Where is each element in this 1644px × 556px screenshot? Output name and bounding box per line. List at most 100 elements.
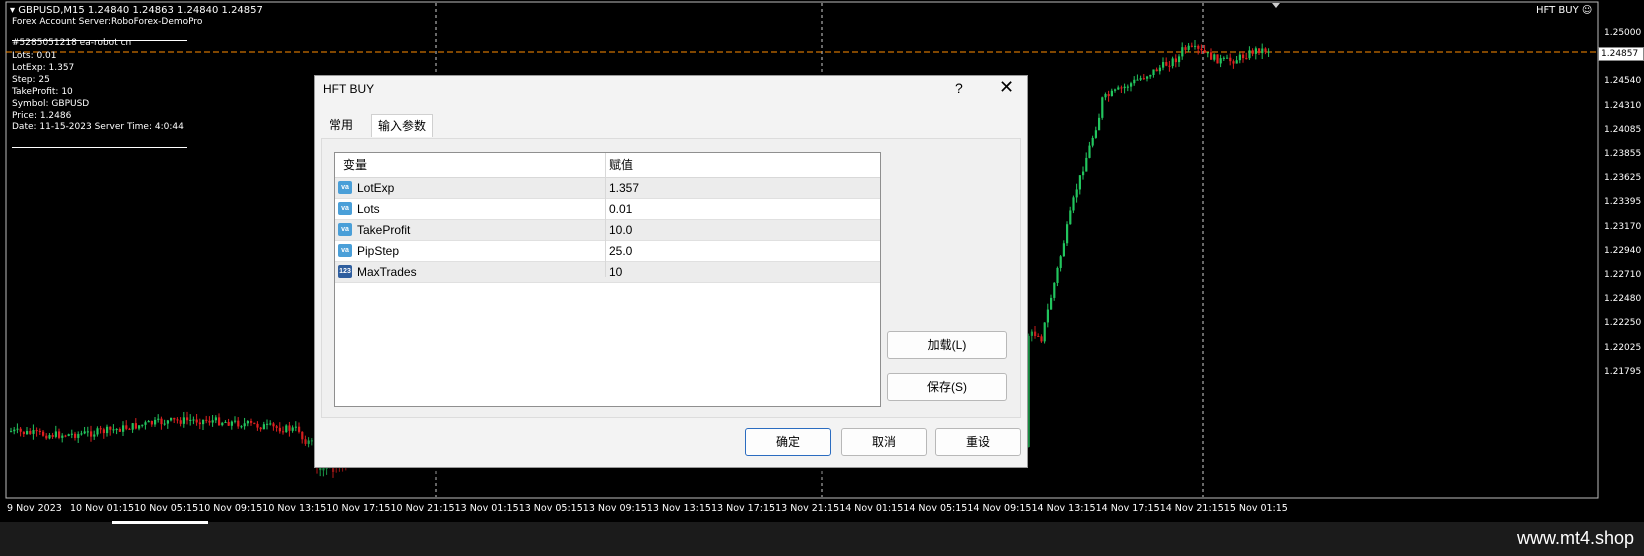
candle-body [86,431,89,433]
parameter-row[interactable]: va TakeProfit 10.0 [335,220,880,241]
ea-name-label: HFT BUY ☺ [1536,5,1593,16]
candle-body [1251,50,1254,54]
reset-button[interactable]: 重设 [935,428,1021,456]
candle-body [147,421,150,423]
candle-body [1203,50,1206,53]
candle-body [90,431,93,437]
candle-body [1222,57,1225,59]
time-tick-label: 10 Nov 13:15 [262,503,327,514]
candle-body [1232,61,1235,64]
parameter-row[interactable]: va Lots 0.01 [335,199,880,220]
candle-body [42,431,45,436]
parameter-value[interactable]: 0.01 [609,199,632,219]
candle-body [291,427,294,431]
price-tick-label: 1.24540 [1604,76,1642,87]
column-header-value[interactable]: 赋值 [609,153,633,177]
candle-body [301,431,304,440]
candle-body [288,425,291,431]
time-tick-label: 13 Nov 05:15 [518,503,583,514]
candle-body [1264,48,1267,53]
candle-body [298,426,301,432]
candle-body [1088,145,1091,158]
candle-body [10,431,13,433]
candle-body [182,417,185,424]
parameter-row[interactable]: 123 MaxTrades 10 [335,262,880,283]
candle-body [269,423,272,425]
load-button[interactable]: 加载(L) [887,331,1007,359]
candle-body [1190,45,1193,47]
candle-body [1229,57,1232,62]
ok-button[interactable]: 确定 [745,428,831,456]
tab-common[interactable]: 常用 [323,114,359,136]
parameter-row[interactable]: va PipStep 25.0 [335,241,880,262]
help-icon[interactable]: ? [955,80,963,96]
candle-body [1267,51,1270,53]
parameter-name: MaxTrades [357,265,417,279]
time-tick-label: 13 Nov 01:15 [454,503,519,514]
candle-body [1184,47,1187,50]
candle-body [227,421,230,426]
candle-body [285,425,288,433]
tab-inputs[interactable]: 输入参数 [371,114,434,137]
parameter-value[interactable]: 10.0 [609,220,632,240]
candle-body [138,425,141,429]
ea-info-line: Forex Account Server:RoboForex-DemoPro [12,17,203,27]
column-header-variable[interactable]: 变量 [343,153,367,177]
parameter-row[interactable]: va LotExp 1.357 [335,178,880,199]
chart-symbol-info: GBPUSD,M15 1.24840 1.24863 1.24840 1.248… [18,5,263,16]
candle-body [64,435,67,437]
time-tick-label: 14 Nov 17:15 [1095,503,1160,514]
candle-body [221,422,224,426]
info-separator [12,40,187,41]
ea-info-line: Date: 11-15-2023 Server Time: 4:0:44 [12,122,184,132]
time-tick-label: 10 Nov 05:15 [134,503,199,514]
candle-body [240,426,243,428]
ea-properties-dialog: HFT BUY ? ✕ 常用 输入参数 变量 赋值 va LotExp 1.357 v… [314,75,1028,468]
candle-body [282,431,285,433]
price-tick-label: 1.23170 [1604,221,1642,232]
candle-body [189,419,192,421]
candle-body [1072,197,1075,211]
candle-body [166,420,169,424]
chart-tab[interactable] [112,521,208,524]
candle-body [1248,50,1251,59]
close-icon[interactable]: ✕ [999,77,1014,98]
save-button[interactable]: 保存(S) [887,373,1007,401]
time-tick-label: 9 Nov 2023 [7,503,62,514]
parameter-value[interactable]: 1.357 [609,178,639,198]
time-tick-label: 14 Nov 01:15 [839,503,904,514]
candle-body [1219,58,1222,64]
candle-body [102,429,105,434]
time-tick-label: 13 Nov 09:15 [582,503,647,514]
chevron-down-icon[interactable]: ▾ [10,5,15,16]
candle-body [1117,87,1120,90]
candle-body [128,428,131,430]
candle-body [1197,45,1200,49]
candle-body [1075,189,1078,198]
ea-info-line: TakeProfit: 10 [12,87,73,97]
price-tick-label: 1.22710 [1604,270,1642,280]
candle-body [1094,130,1097,138]
cancel-button[interactable]: 取消 [841,428,927,456]
candle-body [1206,52,1209,54]
candle-body [35,430,38,432]
time-tick-label: 14 Nov 13:15 [1031,503,1096,514]
parameter-value[interactable]: 10 [609,262,622,282]
candle-body [275,426,278,428]
info-separator [12,147,187,148]
candle-body [26,430,29,435]
time-tick-label: 13 Nov 21:15 [775,503,840,514]
candle-body [262,424,265,430]
candle-body [1254,48,1257,54]
variable-type-icon: va [338,223,352,236]
candle-body [170,417,173,421]
candle-body [1149,74,1152,77]
candle-body [1098,117,1101,131]
parameter-value[interactable]: 25.0 [609,241,632,261]
candle-body [304,439,307,444]
candle-body [1242,54,1245,59]
candle-body [99,428,102,430]
candle-body [195,419,198,423]
ea-info-line: Price: 1.2486 [12,111,72,121]
candle-body [1050,297,1053,310]
